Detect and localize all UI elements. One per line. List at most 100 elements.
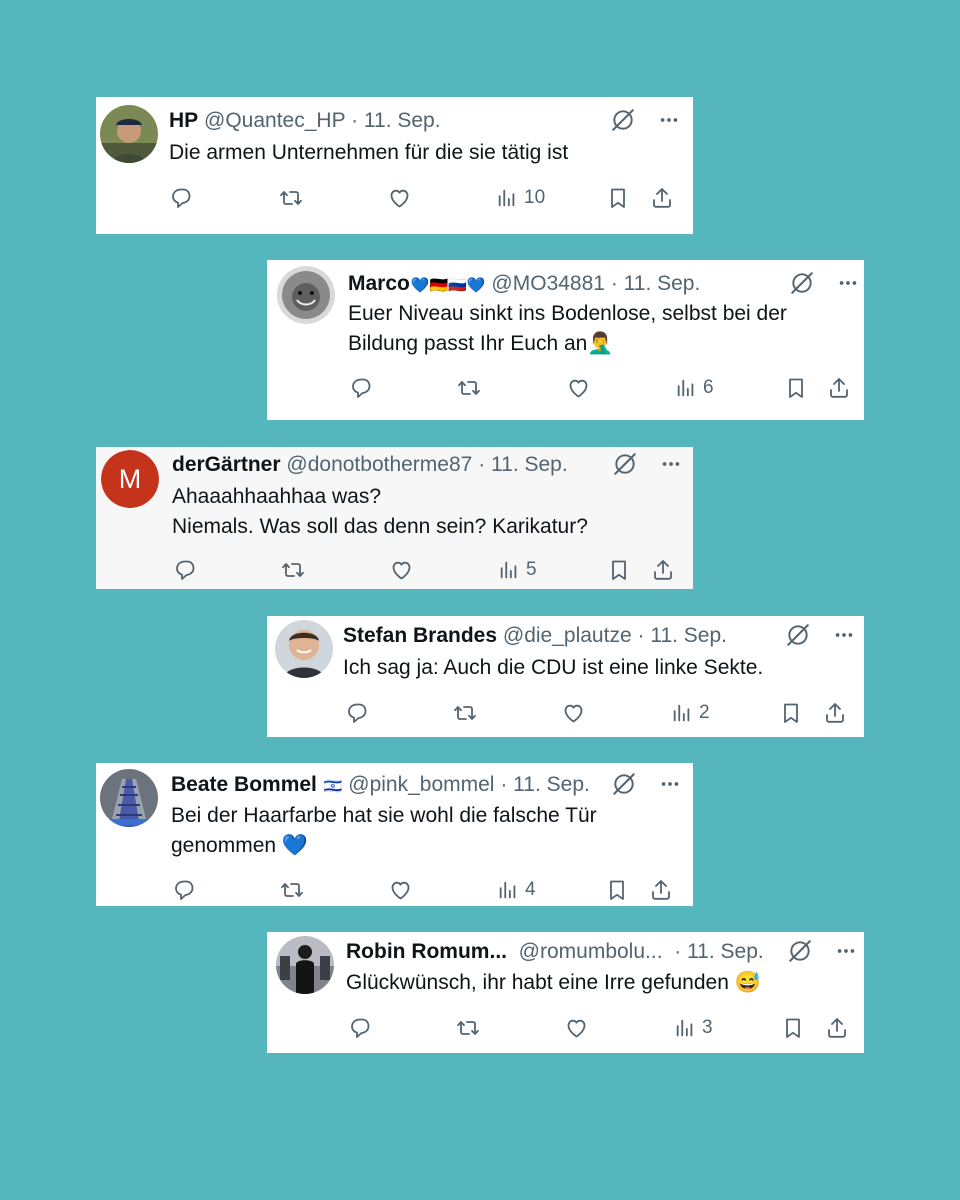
grok-icon[interactable]	[789, 270, 815, 296]
tweet-header: derGärtner @donotbotherme87 · 11. Sep.	[172, 453, 568, 477]
reply-button[interactable]	[173, 558, 197, 582]
display-name[interactable]: Robin Romum...	[346, 940, 507, 963]
like-button[interactable]	[561, 701, 586, 725]
tweet-card[interactable]: Robin Romum... @romumbolu... · 11. Sep. …	[267, 932, 864, 1053]
share-button[interactable]	[650, 186, 674, 210]
bookmark-button[interactable]	[784, 376, 808, 400]
bookmark-button[interactable]	[606, 186, 630, 210]
tweet-card[interactable]: HP @Quantec_HP · 11. Sep. Die armen Unte…	[96, 97, 693, 234]
tweet-date[interactable]: 11. Sep.	[513, 773, 590, 796]
avatar[interactable]	[276, 936, 334, 994]
views-button[interactable]: 6	[675, 376, 714, 400]
tweet-actions: 4	[172, 878, 682, 908]
tweet-date[interactable]: 11. Sep.	[650, 624, 727, 647]
views-button[interactable]: 5	[498, 558, 537, 582]
retweet-button[interactable]	[454, 1016, 482, 1040]
tweet-date[interactable]: 11. Sep.	[687, 940, 764, 963]
tweet-date[interactable]: 11. Sep.	[624, 272, 701, 295]
share-button[interactable]	[827, 376, 851, 400]
tweet-text: Ahaaahhaahhaa was? Niemals. Was soll das…	[172, 482, 588, 542]
reply-button[interactable]	[345, 701, 369, 725]
views-count: 10	[524, 187, 546, 208]
bookmark-button[interactable]	[605, 878, 629, 902]
more-icon[interactable]	[833, 624, 855, 646]
retweet-icon	[455, 376, 483, 400]
reply-icon	[172, 878, 196, 902]
avatar[interactable]	[100, 769, 158, 827]
reply-button[interactable]	[169, 186, 193, 210]
more-icon[interactable]	[658, 109, 680, 131]
like-icon	[564, 1016, 589, 1040]
views-count: 2	[699, 702, 710, 723]
reply-icon	[349, 376, 373, 400]
share-button[interactable]	[825, 1016, 849, 1040]
retweet-button[interactable]	[455, 376, 483, 400]
share-icon	[825, 1016, 849, 1040]
grok-icon[interactable]	[612, 451, 638, 477]
display-name[interactable]: Beate Bommel	[171, 773, 317, 796]
avatar[interactable]	[100, 105, 158, 163]
views-icon	[497, 878, 519, 902]
user-handle[interactable]: @MO34881	[491, 272, 605, 295]
tweet-actions: 3	[348, 1016, 858, 1046]
avatar[interactable]	[275, 620, 333, 678]
like-button[interactable]	[564, 1016, 589, 1040]
reply-button[interactable]	[348, 1016, 372, 1040]
share-button[interactable]	[649, 878, 673, 902]
tweet-card[interactable]: Beate Bommel 🇮🇱 @pink_bommel · 11. Sep. …	[96, 763, 693, 906]
display-name[interactable]: Marco	[348, 272, 410, 295]
tweet-text: Bei der Haarfarbe hat sie wohl die falsc…	[171, 801, 597, 861]
like-button[interactable]	[389, 558, 414, 582]
display-name[interactable]: HP	[169, 109, 198, 132]
grok-icon[interactable]	[787, 938, 813, 964]
views-button[interactable]: 4	[497, 878, 536, 902]
retweet-button[interactable]	[279, 558, 307, 582]
tweet-text: Glückwünsch, ihr habt eine Irre gefunden…	[346, 968, 761, 998]
more-icon[interactable]	[837, 272, 859, 294]
grok-icon[interactable]	[611, 771, 637, 797]
more-icon[interactable]	[835, 940, 857, 962]
user-handle[interactable]: @pink_bommel	[348, 773, 494, 796]
tweet-text: Euer Niveau sinkt ins Bodenlose, selbst …	[348, 299, 787, 359]
tweet-card[interactable]: Stefan Brandes @die_plautze · 11. Sep. I…	[267, 616, 864, 737]
share-button[interactable]	[651, 558, 675, 582]
retweet-button[interactable]	[277, 186, 305, 210]
grok-icon[interactable]	[610, 107, 636, 133]
tweet-date[interactable]: 11. Sep.	[491, 453, 568, 476]
user-handle[interactable]: @Quantec_HP	[204, 109, 345, 132]
views-button[interactable]: 10	[496, 186, 545, 210]
like-button[interactable]	[566, 376, 591, 400]
retweet-button[interactable]	[278, 878, 306, 902]
bookmark-button[interactable]	[781, 1016, 805, 1040]
share-button[interactable]	[823, 701, 847, 725]
user-handle[interactable]: @die_plautze	[503, 624, 632, 647]
avatar[interactable]: M	[101, 450, 159, 508]
views-button[interactable]: 3	[674, 1016, 713, 1040]
grok-icon[interactable]	[785, 622, 811, 648]
separator: ·	[500, 773, 508, 796]
tweet-date[interactable]: 11. Sep.	[364, 109, 441, 132]
bookmark-button[interactable]	[779, 701, 803, 725]
tweet-card[interactable]: Marco💙🇩🇪🇷🇺💙 @MO34881 · 11. Sep. Euer Niv…	[267, 260, 864, 420]
display-name[interactable]: derGärtner	[172, 453, 281, 476]
tweet-card[interactable]: M derGärtner @donotbotherme87 · 11. Sep.…	[96, 447, 693, 589]
retweet-button[interactable]	[451, 701, 479, 725]
bookmark-button[interactable]	[607, 558, 631, 582]
avatar-letter: M	[119, 464, 142, 494]
views-button[interactable]: 2	[671, 701, 710, 725]
more-icon[interactable]	[660, 453, 682, 475]
more-icon[interactable]	[659, 773, 681, 795]
tweet-text-line: Ich sag ja: Auch die CDU ist eine linke …	[343, 656, 764, 679]
reply-button[interactable]	[172, 878, 196, 902]
like-button[interactable]	[388, 878, 413, 902]
tweet-text: Die armen Unternehmen für die sie tätig …	[169, 138, 568, 168]
avatar[interactable]	[277, 266, 335, 324]
user-handle[interactable]: @donotbotherme87	[286, 453, 472, 476]
user-handle[interactable]: @romumbolu...	[519, 940, 663, 963]
like-button[interactable]	[387, 186, 412, 210]
retweet-icon	[451, 701, 479, 725]
display-name[interactable]: Stefan Brandes	[343, 624, 497, 647]
like-icon	[561, 701, 586, 725]
reply-icon	[348, 1016, 372, 1040]
reply-button[interactable]	[349, 376, 373, 400]
